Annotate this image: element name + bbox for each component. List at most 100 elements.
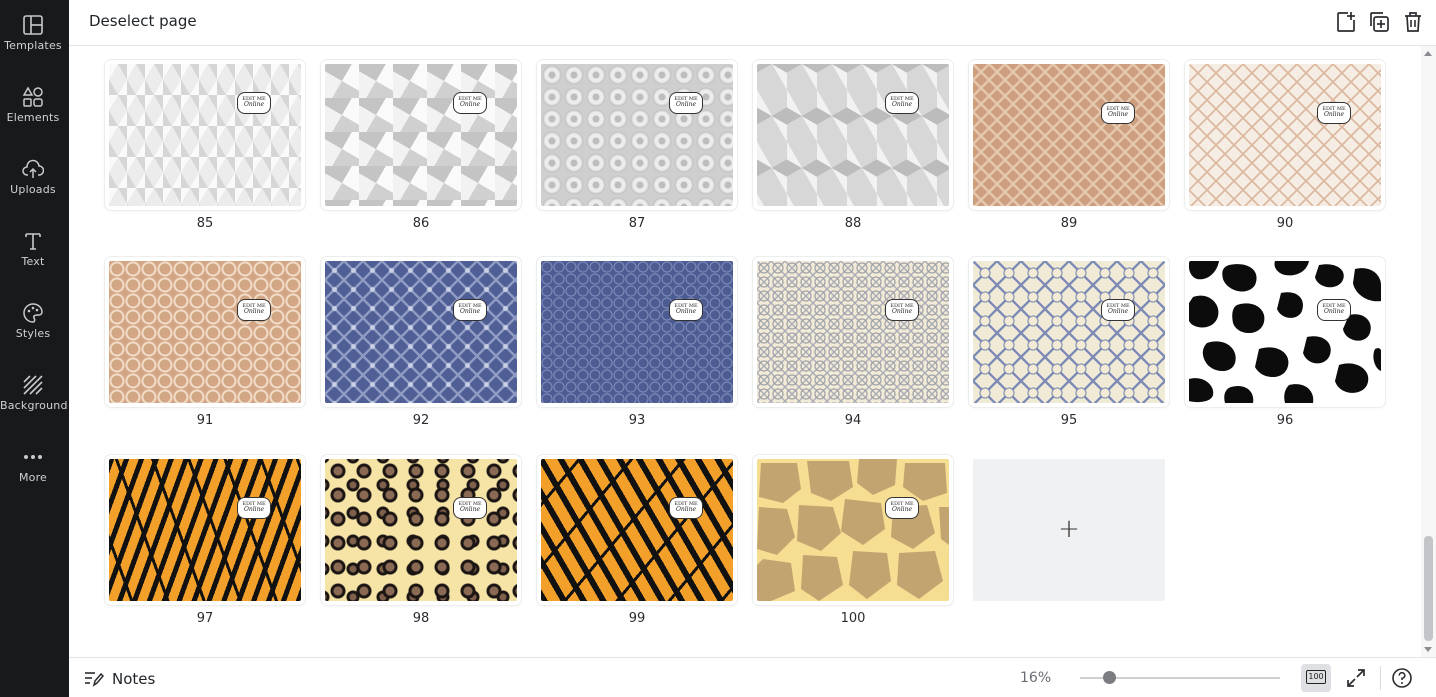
- page-number: 95: [1060, 413, 1078, 428]
- edit-me-online-logo: EDIT ME Online: [885, 299, 919, 321]
- edit-me-online-logo: EDIT ME Online: [885, 92, 919, 114]
- vertical-scrollbar[interactable]: [1421, 46, 1436, 657]
- edit-me-online-logo: EDIT ME Online: [453, 299, 487, 321]
- page-number: 85: [196, 216, 214, 231]
- page-toolbar: Deselect page: [69, 0, 1436, 46]
- page-number: 97: [196, 611, 214, 626]
- page-thumbnail-85[interactable]: EDIT ME Online: [105, 60, 305, 210]
- page-number: 94: [844, 413, 862, 428]
- page-view-button[interactable]: 100: [1301, 664, 1331, 692]
- edit-me-online-logo: EDIT ME Online: [1317, 102, 1351, 124]
- page-thumbnail-96[interactable]: EDIT ME Online: [1185, 257, 1385, 407]
- page-thumbnail-95[interactable]: EDIT ME Online: [969, 257, 1169, 407]
- help-icon[interactable]: [1391, 667, 1413, 689]
- sidebar-item-styles[interactable]: Styles: [0, 302, 66, 366]
- page-thumbnail-100[interactable]: EDIT ME Online: [753, 455, 953, 605]
- edit-me-online-logo: EDIT ME Online: [237, 299, 271, 321]
- zoom-percentage[interactable]: 16%: [1020, 670, 1051, 686]
- page-thumbnail-88[interactable]: EDIT ME Online: [753, 60, 953, 210]
- page-thumbnail-92[interactable]: EDIT ME Online: [321, 257, 521, 407]
- page-view-label: 100: [1306, 670, 1326, 684]
- page-number: 88: [844, 216, 862, 231]
- add-page-button[interactable]: +: [973, 459, 1165, 601]
- sidebar-item-uploads[interactable]: Uploads: [0, 158, 66, 222]
- page-thumbnail-94[interactable]: EDIT ME Online: [753, 257, 953, 407]
- zoom-slider[interactable]: [1080, 671, 1280, 684]
- sidebar-item-elements[interactable]: Elements: [0, 86, 66, 150]
- bottom-toolbar: Notes 16% 100: [69, 657, 1436, 697]
- fullscreen-icon[interactable]: [1345, 667, 1367, 689]
- pattern-blue-star-tiles: EDIT ME Online: [973, 261, 1165, 403]
- delete-page-icon[interactable]: [1401, 10, 1425, 34]
- page-thumbnail-87[interactable]: EDIT ME Online: [537, 60, 737, 210]
- edit-me-online-logo: EDIT ME Online: [669, 299, 703, 321]
- edit-me-online-logo: EDIT ME Online: [1317, 299, 1351, 321]
- notes-icon: [85, 672, 105, 687]
- edit-me-online-logo: EDIT ME Online: [1101, 299, 1135, 321]
- page-number: 89: [1060, 216, 1078, 231]
- add-page-icon[interactable]: [1334, 10, 1358, 34]
- page-number: 86: [412, 216, 430, 231]
- sidebar-item-text[interactable]: Text: [0, 230, 66, 294]
- pattern-cow-print: EDIT ME Online: [1189, 261, 1381, 403]
- sidebar-item-more[interactable]: More: [0, 446, 66, 510]
- pattern-tan-geometric: EDIT ME Online: [109, 261, 301, 403]
- pattern-blue-stars: EDIT ME Online: [541, 261, 733, 403]
- pattern-giraffe-print: EDIT ME Online: [757, 459, 949, 601]
- page-number: 96: [1276, 413, 1294, 428]
- pattern-cream-star-tiles: EDIT ME Online: [757, 261, 949, 403]
- edit-me-online-logo: EDIT ME Online: [453, 92, 487, 114]
- page-number: 93: [628, 413, 646, 428]
- edit-me-online-logo: EDIT ME Online: [1101, 102, 1135, 124]
- sidebar-label-more: More: [18, 471, 48, 484]
- page-thumbnail-86[interactable]: EDIT ME Online: [321, 60, 521, 210]
- pattern-grey-triangles: EDIT ME Online: [109, 64, 301, 206]
- page-thumbnail-89[interactable]: EDIT ME Online: [969, 60, 1169, 210]
- plus-icon: +: [1058, 513, 1080, 544]
- divider: [1380, 666, 1381, 690]
- page-number: 98: [412, 611, 430, 626]
- notes-button[interactable]: Notes: [84, 669, 155, 688]
- page-number: 100: [840, 611, 866, 626]
- templates-icon: [23, 15, 43, 35]
- scroll-down-icon[interactable]: [1424, 647, 1432, 652]
- page-thumbnail-98[interactable]: EDIT ME Online: [321, 455, 521, 605]
- giraffe-print-spots: [757, 459, 949, 601]
- background-icon: [23, 375, 43, 395]
- sidebar: Templates Elements Uploads Text Styles B…: [0, 0, 69, 697]
- sidebar-label-styles: Styles: [15, 327, 51, 340]
- pattern-grey-circles: EDIT ME Online: [541, 64, 733, 206]
- page-thumbnail-97[interactable]: EDIT ME Online: [105, 455, 305, 605]
- pattern-tan-lattice: EDIT ME Online: [973, 64, 1165, 206]
- sidebar-label-text: Text: [21, 255, 45, 268]
- sidebar-label-templates: Templates: [4, 39, 62, 52]
- scrollbar-thumb[interactable]: [1424, 536, 1433, 641]
- page-thumbnail-99[interactable]: EDIT ME Online: [537, 455, 737, 605]
- page-number: 91: [196, 413, 214, 428]
- sidebar-item-templates[interactable]: Templates: [0, 14, 66, 78]
- pattern-leopard-print: EDIT ME Online: [325, 459, 517, 601]
- page-thumbnail-91[interactable]: EDIT ME Online: [105, 257, 305, 407]
- zoom-slider-handle[interactable]: [1103, 671, 1116, 684]
- pattern-tiger-stripe-2: EDIT ME Online: [541, 459, 733, 601]
- duplicate-page-icon[interactable]: [1367, 10, 1391, 34]
- edit-me-online-logo: EDIT ME Online: [237, 497, 271, 519]
- sidebar-label-background: Background: [0, 399, 68, 412]
- notes-label: Notes: [112, 670, 156, 688]
- more-icon: [24, 455, 42, 459]
- deselect-page-button[interactable]: Deselect page: [89, 12, 197, 30]
- pattern-tiger-stripe: EDIT ME Online: [109, 459, 301, 601]
- cow-print-spots: [1189, 261, 1381, 403]
- styles-icon: [23, 303, 43, 323]
- page-number: 92: [412, 413, 430, 428]
- edit-me-online-logo: EDIT ME Online: [669, 497, 703, 519]
- page-grid: EDIT ME Online 85 EDIT ME Online 86 EDIT M…: [69, 46, 1421, 657]
- page-thumbnail-90[interactable]: EDIT ME Online: [1185, 60, 1385, 210]
- page-number: 99: [628, 611, 646, 626]
- page-thumbnail-93[interactable]: EDIT ME Online: [537, 257, 737, 407]
- scroll-up-icon[interactable]: [1424, 51, 1432, 56]
- sidebar-item-background[interactable]: Background: [0, 374, 68, 438]
- page-number: 87: [628, 216, 646, 231]
- pattern-blue-floral: EDIT ME Online: [325, 261, 517, 403]
- edit-me-online-logo: EDIT ME Online: [885, 497, 919, 519]
